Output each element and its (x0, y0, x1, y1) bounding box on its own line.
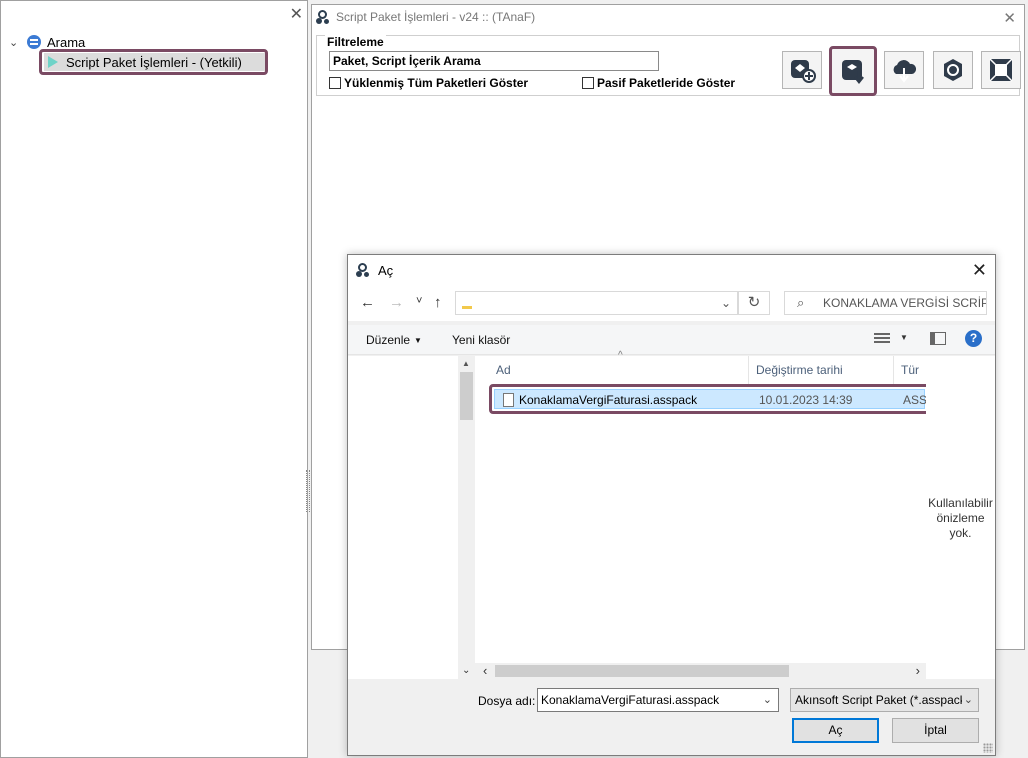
checkbox-box[interactable] (329, 77, 341, 89)
filename-label: Dosya adı: (478, 694, 536, 708)
dialog-titlebar: Aç ✕ (348, 255, 995, 285)
command-bar: Düzenle ▼ Yeni klasör ▼ ? (348, 325, 995, 355)
chevron-down-icon[interactable]: ⌄ (9, 36, 23, 49)
import-package-button[interactable] (829, 46, 877, 96)
chevron-down-icon[interactable]: ⌄ (961, 689, 973, 711)
scroll-left-icon[interactable]: ‹ (483, 663, 487, 678)
tree-node-arama[interactable]: ⌄ Arama (9, 34, 85, 50)
column-header-modified[interactable]: Değiştirme tarihi (749, 356, 894, 384)
file-row-selection: KonaklamaVergiFaturasi.asspack 10.01.202… (494, 389, 927, 409)
chevron-down-icon[interactable]: ⌄ (763, 689, 772, 711)
pane-splitter-handle[interactable] (306, 470, 310, 512)
chevron-down-icon[interactable]: ⌄ (721, 296, 731, 310)
scrollbar-thumb[interactable] (460, 372, 473, 420)
recent-locations-icon[interactable]: ˅ (416, 295, 422, 307)
filename-value: KonaklamaVergiFaturasi.asspack (541, 693, 720, 707)
file-type: ASSPACK (903, 393, 927, 407)
organize-label: Düzenle (366, 333, 411, 347)
app-logo-icon (316, 10, 330, 24)
navigation-bar: ← → ˅ ↑ ⌄ ↻ ⌕ KONAKLAMA VERGİSİ SCRİP... (348, 285, 995, 321)
tree-item-label: Script Paket İşlemleri - (Yetkili) (66, 54, 242, 70)
column-header-type[interactable]: Tür (894, 356, 926, 384)
search-input[interactable]: Paket, Script İçerik Arama (329, 51, 659, 71)
file-row[interactable]: KonaklamaVergiFaturasi.asspack 10.01.202… (489, 384, 930, 414)
tree-item-selection: Script Paket İşlemleri - (Yetkili) (44, 53, 265, 71)
navigation-tree-pane: ✕ ⌄ Arama Script Paket İşlemleri - (Yetk… (0, 0, 308, 758)
back-arrow-icon[interactable]: ← (360, 294, 375, 311)
filter-group-title: Filtreleme (325, 35, 386, 49)
file-list: ^ Ad Değiştirme tarihi Tür KonaklamaVerg… (475, 350, 930, 679)
package-add-icon (791, 60, 816, 83)
up-arrow-icon[interactable]: ↑ (434, 294, 442, 311)
forward-arrow-icon[interactable]: → (389, 294, 404, 311)
tree-item-script-paket[interactable]: Script Paket İşlemleri - (Yetkili) (39, 49, 268, 75)
filename-input[interactable]: KonaklamaVergiFaturasi.asspack ⌄ (537, 688, 779, 712)
preview-pane: Kullanılabilir önizleme yok. (926, 356, 995, 679)
caret-down-icon[interactable]: ▼ (900, 333, 908, 342)
cloud-download-icon (893, 60, 917, 83)
filetype-value: Akınsoft Script Paket (*.asspack) (795, 693, 970, 707)
app-logo-icon (356, 263, 370, 277)
open-button[interactable]: Aç (792, 718, 879, 743)
help-icon[interactable]: ? (965, 330, 982, 347)
play-icon (48, 56, 58, 68)
screen: ✕ ⌄ Arama Script Paket İşlemleri - (Yetk… (0, 0, 1028, 758)
scrollbar-thumb[interactable] (495, 665, 789, 677)
file-modified: 10.01.2023 14:39 (759, 393, 853, 407)
window-titlebar: Script Paket İşlemleri - v24 :: (TAnaF) … (312, 5, 1024, 29)
resize-grip[interactable] (983, 743, 993, 753)
organize-button[interactable]: Düzenle ▼ (366, 333, 422, 347)
navigation-pane (348, 356, 458, 679)
cancel-button[interactable]: İptal (892, 718, 979, 743)
window-title: Script Paket İşlemleri - v24 :: (TAnaF) (336, 10, 536, 24)
cloud-download-button[interactable] (884, 51, 924, 89)
maximize-icon (989, 58, 1013, 82)
file-name: KonaklamaVergiFaturasi.asspack (519, 393, 698, 407)
column-header-name[interactable]: Ad (489, 356, 749, 384)
folder-icon (462, 306, 472, 309)
address-bar[interactable]: ⌄ (455, 291, 738, 315)
view-options-icon[interactable] (874, 333, 890, 345)
close-icon[interactable]: ✕ (290, 7, 303, 23)
show-all-packages-checkbox[interactable]: Yüklenmiş Tüm Paketleri Göster (329, 76, 528, 90)
close-icon[interactable]: ✕ (1003, 9, 1016, 27)
search-input[interactable]: ⌕ KONAKLAMA VERGİSİ SCRİP... (784, 291, 987, 315)
checkbox-label: Yüklenmiş Tüm Paketleri Göster (344, 76, 529, 90)
horizontal-scrollbar[interactable]: ‹ › (475, 663, 926, 679)
refresh-button[interactable] (933, 51, 973, 89)
refresh-icon[interactable]: ↻ (738, 291, 770, 315)
list-icon (27, 35, 41, 49)
checkbox-box[interactable] (582, 77, 594, 89)
refresh-icon (944, 59, 962, 81)
tree-pane-header: ✕ (1, 1, 307, 33)
caret-down-icon: ▼ (414, 336, 422, 346)
scroll-up-icon[interactable]: ▲ (462, 359, 470, 368)
filter-group: Filtreleme Paket, Script İçerik Arama Yü… (316, 35, 1021, 96)
scroll-right-icon[interactable]: › (916, 663, 920, 678)
preview-pane-icon[interactable] (930, 332, 946, 345)
file-icon (503, 393, 514, 407)
add-package-button[interactable] (782, 51, 822, 89)
tree-node-label: Arama (47, 34, 86, 50)
checkbox-label: Pasif Paketleride Göster (597, 76, 736, 90)
vertical-scrollbar[interactable]: ▲ ⌄ (458, 356, 475, 679)
package-import-icon (842, 60, 864, 85)
scroll-down-icon[interactable]: ⌄ (462, 665, 470, 676)
search-text: KONAKLAMA VERGİSİ SCRİP... (823, 296, 987, 310)
close-icon[interactable]: ✕ (972, 260, 987, 281)
new-folder-button[interactable]: Yeni klasör (452, 333, 510, 347)
maximize-button[interactable] (981, 51, 1021, 89)
dialog-title: Aç (378, 262, 394, 278)
show-passive-packages-checkbox[interactable]: Pasif Paketleride Göster (582, 76, 735, 90)
open-file-dialog: Aç ✕ ← → ˅ ↑ ⌄ ↻ ⌕ KONAKLAMA VERGİSİ SCR… (347, 254, 996, 756)
search-icon: ⌕ (797, 295, 805, 310)
filetype-select[interactable]: Akınsoft Script Paket (*.asspack) ⌄ (790, 688, 979, 712)
